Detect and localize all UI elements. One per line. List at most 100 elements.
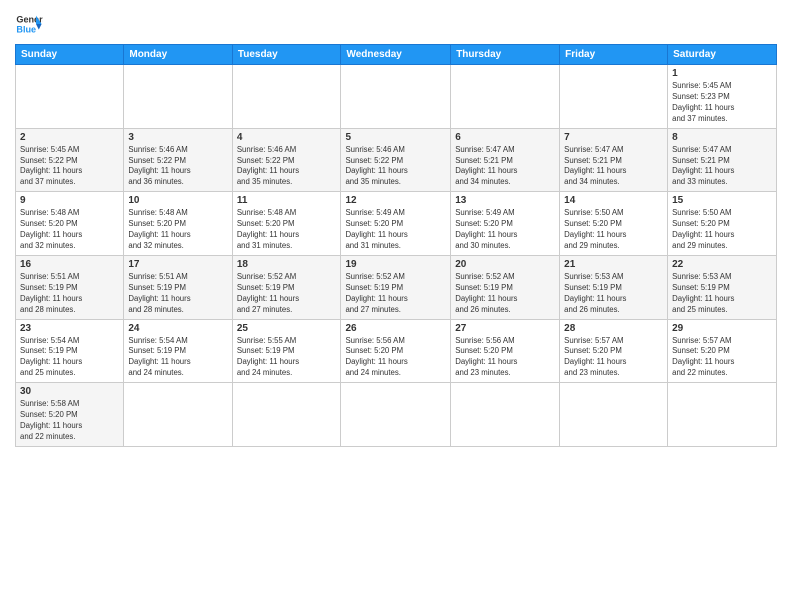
calendar-cell bbox=[341, 383, 451, 447]
calendar-cell: 2 Sunrise: 5:45 AMSunset: 5:22 PMDaylight… bbox=[16, 128, 124, 192]
calendar-page: General Blue SundayMondayTuesdayWednesda… bbox=[0, 0, 792, 612]
calendar-week-5: 23 Sunrise: 5:54 AMSunset: 5:19 PMDayligh… bbox=[16, 319, 777, 383]
calendar-cell: 12 Sunrise: 5:49 AMSunset: 5:20 PMDayligh… bbox=[341, 192, 451, 256]
day-number: 7 bbox=[564, 132, 663, 143]
calendar-cell: 22Sunrise: 5:53 AMSunset: 5:19 PMDayligh… bbox=[668, 255, 777, 319]
weekday-header-monday: Monday bbox=[124, 45, 232, 65]
day-number: 2 bbox=[20, 132, 119, 143]
day-number: 6 bbox=[455, 132, 555, 143]
logo: General Blue bbox=[15, 10, 43, 38]
calendar-cell bbox=[668, 383, 777, 447]
calendar-cell: 9 Sunrise: 5:48 AMSunset: 5:20 PMDaylight… bbox=[16, 192, 124, 256]
calendar-cell: 26 Sunrise: 5:56 AMSunset: 5:20 PMDayligh… bbox=[341, 319, 451, 383]
day-number: 23 bbox=[20, 323, 119, 334]
calendar-cell: 19 Sunrise: 5:52 AMSunset: 5:19 PMDayligh… bbox=[341, 255, 451, 319]
day-number: 24 bbox=[128, 323, 227, 334]
svg-text:Blue: Blue bbox=[16, 24, 36, 34]
calendar-header-row: SundayMondayTuesdayWednesdayThursdayFrid… bbox=[16, 45, 777, 65]
header: General Blue bbox=[15, 10, 777, 38]
calendar-cell bbox=[451, 383, 560, 447]
calendar-cell: 13Sunrise: 5:49 AMSunset: 5:20 PMDayligh… bbox=[451, 192, 560, 256]
day-number: 8 bbox=[672, 132, 772, 143]
day-number: 3 bbox=[128, 132, 227, 143]
calendar-cell: 11Sunrise: 5:48 AMSunset: 5:20 PMDayligh… bbox=[232, 192, 341, 256]
day-info: Sunrise: 5:51 AMSunset: 5:19 PMDaylight:… bbox=[20, 272, 119, 316]
calendar-cell bbox=[451, 65, 560, 129]
day-number: 5 bbox=[345, 132, 446, 143]
day-number: 9 bbox=[20, 195, 119, 206]
calendar-cell bbox=[124, 65, 232, 129]
day-info: Sunrise: 5:48 AMSunset: 5:20 PMDaylight:… bbox=[20, 208, 119, 252]
day-number: 13 bbox=[455, 195, 555, 206]
calendar-cell: 4 Sunrise: 5:46 AMSunset: 5:22 PMDaylight… bbox=[232, 128, 341, 192]
day-info: Sunrise: 5:47 AMSunset: 5:21 PMDaylight:… bbox=[564, 145, 663, 189]
calendar-cell bbox=[124, 383, 232, 447]
day-number: 14 bbox=[564, 195, 663, 206]
weekday-header-wednesday: Wednesday bbox=[341, 45, 451, 65]
day-number: 12 bbox=[345, 195, 446, 206]
day-number: 11 bbox=[237, 195, 337, 206]
day-number: 30 bbox=[20, 386, 119, 397]
calendar-cell: 14 Sunrise: 5:50 AMSunset: 5:20 PMDayligh… bbox=[560, 192, 668, 256]
calendar-cell: 17 Sunrise: 5:51 AMSunset: 5:19 PMDayligh… bbox=[124, 255, 232, 319]
logo-icon: General Blue bbox=[15, 10, 43, 38]
calendar-week-1: 1Sunrise: 5:45 AMSunset: 5:23 PMDaylight… bbox=[16, 65, 777, 129]
day-number: 19 bbox=[345, 259, 446, 270]
calendar-cell: 7 Sunrise: 5:47 AMSunset: 5:21 PMDaylight… bbox=[560, 128, 668, 192]
calendar-week-6: 30 Sunrise: 5:58 AMSunset: 5:20 PMDayligh… bbox=[16, 383, 777, 447]
day-info: Sunrise: 5:54 AMSunset: 5:19 PMDaylight:… bbox=[20, 336, 119, 380]
day-number: 27 bbox=[455, 323, 555, 334]
day-info: Sunrise: 5:52 AMSunset: 5:19 PMDaylight:… bbox=[455, 272, 555, 316]
calendar-cell: 20 Sunrise: 5:52 AMSunset: 5:19 PMDayligh… bbox=[451, 255, 560, 319]
day-info: Sunrise: 5:56 AMSunset: 5:20 PMDaylight:… bbox=[345, 336, 446, 380]
calendar-week-4: 16 Sunrise: 5:51 AMSunset: 5:19 PMDayligh… bbox=[16, 255, 777, 319]
day-info: Sunrise: 5:58 AMSunset: 5:20 PMDaylight:… bbox=[20, 399, 119, 443]
calendar-cell: 21 Sunrise: 5:53 AMSunset: 5:19 PMDayligh… bbox=[560, 255, 668, 319]
calendar-cell: 28Sunrise: 5:57 AMSunset: 5:20 PMDayligh… bbox=[560, 319, 668, 383]
calendar-cell: 3 Sunrise: 5:46 AMSunset: 5:22 PMDaylight… bbox=[124, 128, 232, 192]
calendar-cell: 15Sunrise: 5:50 AMSunset: 5:20 PMDayligh… bbox=[668, 192, 777, 256]
day-number: 26 bbox=[345, 323, 446, 334]
day-number: 25 bbox=[237, 323, 337, 334]
day-number: 10 bbox=[128, 195, 227, 206]
day-info: Sunrise: 5:50 AMSunset: 5:20 PMDaylight:… bbox=[564, 208, 663, 252]
day-info: Sunrise: 5:55 AMSunset: 5:19 PMDaylight:… bbox=[237, 336, 337, 380]
day-info: Sunrise: 5:52 AMSunset: 5:19 PMDaylight:… bbox=[345, 272, 446, 316]
day-info: Sunrise: 5:46 AMSunset: 5:22 PMDaylight:… bbox=[345, 145, 446, 189]
calendar-cell: 29 Sunrise: 5:57 AMSunset: 5:20 PMDayligh… bbox=[668, 319, 777, 383]
day-info: Sunrise: 5:53 AMSunset: 5:19 PMDaylight:… bbox=[564, 272, 663, 316]
day-info: Sunrise: 5:51 AMSunset: 5:19 PMDaylight:… bbox=[128, 272, 227, 316]
calendar-cell bbox=[232, 383, 341, 447]
calendar-cell: 24Sunrise: 5:54 AMSunset: 5:19 PMDayligh… bbox=[124, 319, 232, 383]
calendar-cell: 5 Sunrise: 5:46 AMSunset: 5:22 PMDaylight… bbox=[341, 128, 451, 192]
day-number: 20 bbox=[455, 259, 555, 270]
calendar-cell bbox=[232, 65, 341, 129]
day-info: Sunrise: 5:45 AMSunset: 5:22 PMDaylight:… bbox=[20, 145, 119, 189]
calendar-cell: 18Sunrise: 5:52 AMSunset: 5:19 PMDayligh… bbox=[232, 255, 341, 319]
day-number: 29 bbox=[672, 323, 772, 334]
day-info: Sunrise: 5:49 AMSunset: 5:20 PMDaylight:… bbox=[345, 208, 446, 252]
day-number: 21 bbox=[564, 259, 663, 270]
calendar-cell: 8Sunrise: 5:47 AMSunset: 5:21 PMDaylight… bbox=[668, 128, 777, 192]
weekday-header-friday: Friday bbox=[560, 45, 668, 65]
day-info: Sunrise: 5:46 AMSunset: 5:22 PMDaylight:… bbox=[128, 145, 227, 189]
day-info: Sunrise: 5:46 AMSunset: 5:22 PMDaylight:… bbox=[237, 145, 337, 189]
day-info: Sunrise: 5:45 AMSunset: 5:23 PMDaylight:… bbox=[672, 81, 772, 125]
calendar-cell: 10 Sunrise: 5:48 AMSunset: 5:20 PMDayligh… bbox=[124, 192, 232, 256]
day-number: 18 bbox=[237, 259, 337, 270]
calendar-cell bbox=[560, 383, 668, 447]
day-number: 16 bbox=[20, 259, 119, 270]
day-info: Sunrise: 5:48 AMSunset: 5:20 PMDaylight:… bbox=[128, 208, 227, 252]
calendar-cell bbox=[560, 65, 668, 129]
calendar-cell: 25 Sunrise: 5:55 AMSunset: 5:19 PMDayligh… bbox=[232, 319, 341, 383]
day-info: Sunrise: 5:57 AMSunset: 5:20 PMDaylight:… bbox=[564, 336, 663, 380]
day-info: Sunrise: 5:56 AMSunset: 5:20 PMDaylight:… bbox=[455, 336, 555, 380]
calendar-cell bbox=[341, 65, 451, 129]
day-number: 17 bbox=[128, 259, 227, 270]
day-info: Sunrise: 5:50 AMSunset: 5:20 PMDaylight:… bbox=[672, 208, 772, 252]
calendar-cell: 30 Sunrise: 5:58 AMSunset: 5:20 PMDayligh… bbox=[16, 383, 124, 447]
calendar-cell: 16 Sunrise: 5:51 AMSunset: 5:19 PMDayligh… bbox=[16, 255, 124, 319]
weekday-header-saturday: Saturday bbox=[668, 45, 777, 65]
day-number: 4 bbox=[237, 132, 337, 143]
day-info: Sunrise: 5:57 AMSunset: 5:20 PMDaylight:… bbox=[672, 336, 772, 380]
